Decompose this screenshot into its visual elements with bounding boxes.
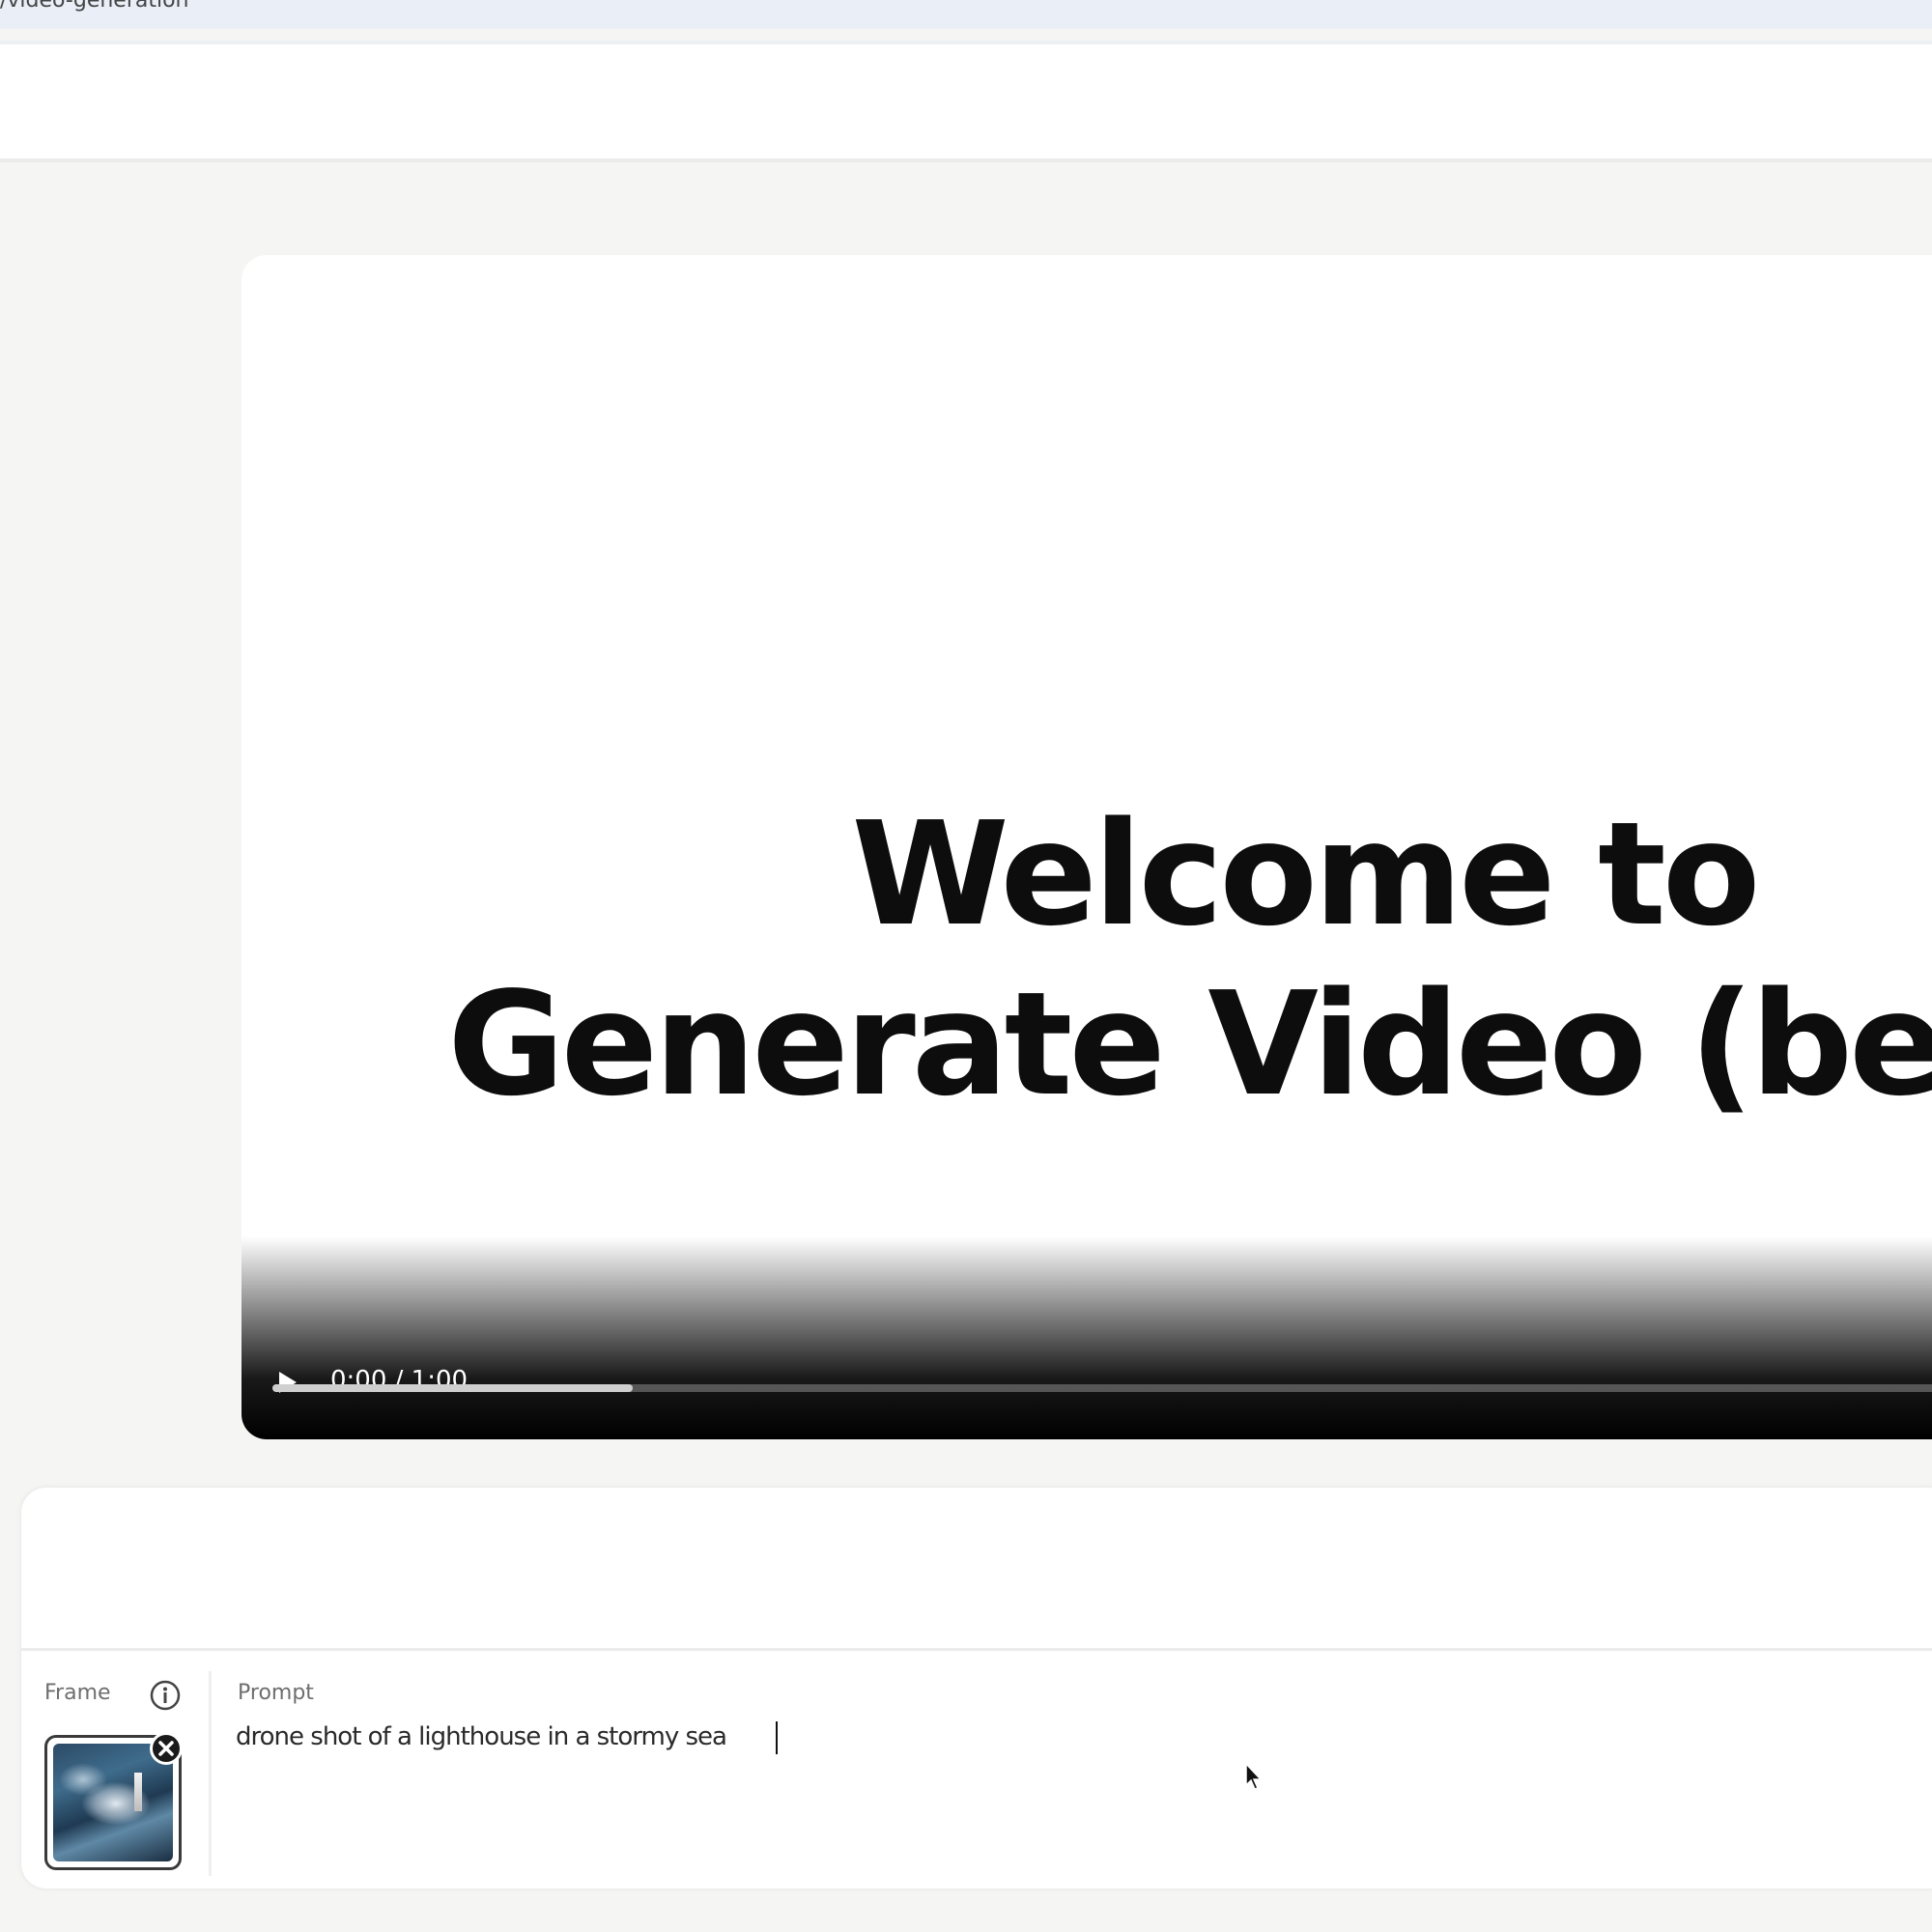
frame-prompt-divider <box>209 1671 212 1876</box>
frame-thumbnail[interactable] <box>44 1732 183 1870</box>
text-caret <box>776 1721 778 1754</box>
play-button[interactable] <box>272 1368 301 1397</box>
video-progress-bar[interactable] <box>272 1384 1932 1392</box>
url-text: /video-generation <box>0 0 189 13</box>
welcome-title: Welcome to Generate Video (beta) <box>242 789 1932 1129</box>
video-controls-bar <box>242 1236 1932 1439</box>
mouse-cursor-icon <box>1244 1763 1264 1792</box>
prompt-label: Prompt <box>238 1681 314 1705</box>
main-stage: Welcome to Generate Video (beta) 0:00 / … <box>0 162 1932 1932</box>
prompt-panel-divider <box>21 1648 1932 1651</box>
info-icon[interactable] <box>149 1679 182 1712</box>
video-progress-fill <box>272 1384 634 1392</box>
welcome-title-line-1: Welcome to <box>851 791 1760 957</box>
play-icon <box>279 1372 297 1393</box>
close-icon <box>158 1741 174 1756</box>
prompt-panel-header <box>21 1488 1932 1648</box>
remove-frame-button[interactable] <box>150 1732 183 1765</box>
prompt-panel: Frame Prompt drone shot of a lighthouse … <box>21 1488 1932 1889</box>
welcome-title-line-2: Generate Video (beta) <box>447 961 1932 1127</box>
browser-address-bar[interactable]: /video-generation <box>0 0 1932 29</box>
app-header <box>0 44 1932 162</box>
app-root: /video-generation Welcome to Generate Vi… <box>0 0 1932 1932</box>
frame-label: Frame <box>44 1681 111 1705</box>
video-player[interactable]: Welcome to Generate Video (beta) 0:00 / … <box>242 255 1932 1439</box>
prompt-input[interactable]: drone shot of a lighthouse in a stormy s… <box>236 1718 1878 1862</box>
